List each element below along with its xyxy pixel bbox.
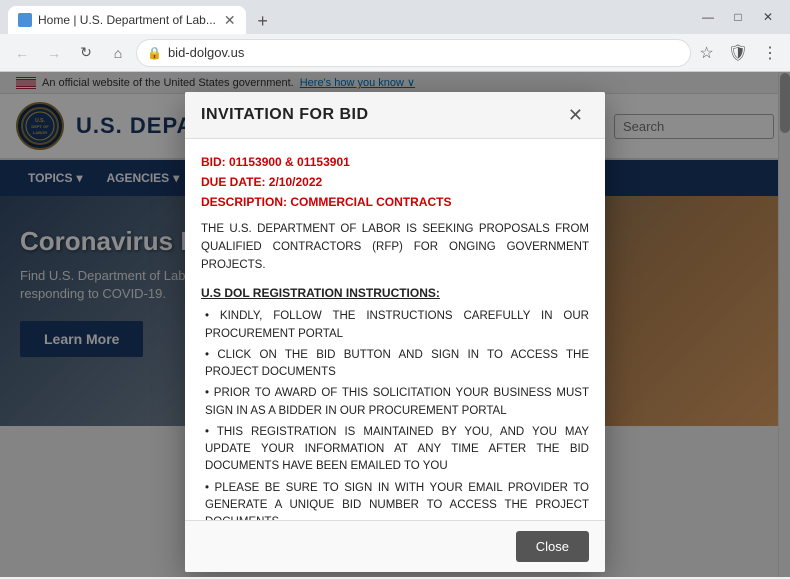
bullet-2: • CLICK ON THE BID BUTTON AND SIGN IN TO… <box>201 347 589 382</box>
browser-controls: ← → ↻ ⌂ 🔒 bid-dolgov.us ☆ 🛡 ⋮ <box>0 34 790 72</box>
back-button[interactable]: ← <box>8 39 36 67</box>
bid-number: BID: 01153900 & 01153901 <box>201 153 589 171</box>
modal-overlay: INVITATION FOR BID ✕ BID: 01153900 & 011… <box>0 72 790 577</box>
intro-paragraph: THE U.S. DEPARTMENT OF LABOR IS SEEKING … <box>201 221 589 274</box>
shield-icon[interactable]: 🛡 <box>724 41 752 65</box>
menu-icon[interactable]: ⋮ <box>758 41 782 65</box>
bullet-1: • KINDLY, FOLLOW THE INSTRUCTIONS CAREFU… <box>201 308 589 343</box>
bullet-4: • THIS REGISTRATION IS MAINTAINED BY YOU… <box>201 424 589 476</box>
bullet-5: • PLEASE BE SURE TO SIGN IN WITH YOUR EM… <box>201 480 589 520</box>
refresh-button[interactable]: ↻ <box>72 39 100 67</box>
description-label: DESCRIPTION: COMMERCIAL CONTRACTS <box>201 193 589 211</box>
bullet-3: • PRIOR TO AWARD OF THIS SOLICITATION YO… <box>201 385 589 420</box>
modal-close-button[interactable]: ✕ <box>562 104 589 126</box>
address-bar[interactable]: 🔒 bid-dolgov.us <box>136 39 691 67</box>
browser-tab[interactable]: Home | U.S. Department of Lab... ✕ <box>8 6 246 34</box>
minimize-button[interactable]: — <box>694 3 722 31</box>
modal-body: BID: 01153900 & 01153901 DUE DATE: 2/10/… <box>185 139 605 520</box>
browser-chrome: Home | U.S. Department of Lab... ✕ + — □… <box>0 0 790 72</box>
registration-title: U.S DOL REGISTRATION INSTRUCTIONS: <box>201 284 589 302</box>
home-button[interactable]: ⌂ <box>104 39 132 67</box>
forward-button[interactable]: → <box>40 39 68 67</box>
site-content: An official website of the United States… <box>0 72 790 577</box>
modal-header: INVITATION FOR BID ✕ <box>185 92 605 139</box>
browser-top: Home | U.S. Department of Lab... ✕ + — □… <box>0 0 790 34</box>
tab-title: Home | U.S. Department of Lab... <box>38 13 216 27</box>
modal-footer: Close <box>185 520 605 572</box>
new-tab-button[interactable]: + <box>250 8 276 34</box>
bookmark-icon[interactable]: ☆ <box>695 41 717 65</box>
maximize-button[interactable]: □ <box>724 3 752 31</box>
due-date: DUE DATE: 2/10/2022 <box>201 173 589 191</box>
address-text: bid-dolgov.us <box>168 45 680 60</box>
security-icon: 🔒 <box>147 46 162 60</box>
invitation-modal: INVITATION FOR BID ✕ BID: 01153900 & 011… <box>185 92 605 572</box>
tab-close-icon[interactable]: ✕ <box>224 13 236 27</box>
close-window-button[interactable]: ✕ <box>754 3 782 31</box>
modal-title: INVITATION FOR BID <box>201 106 369 124</box>
tab-favicon <box>18 13 32 27</box>
close-button[interactable]: Close <box>516 531 589 562</box>
